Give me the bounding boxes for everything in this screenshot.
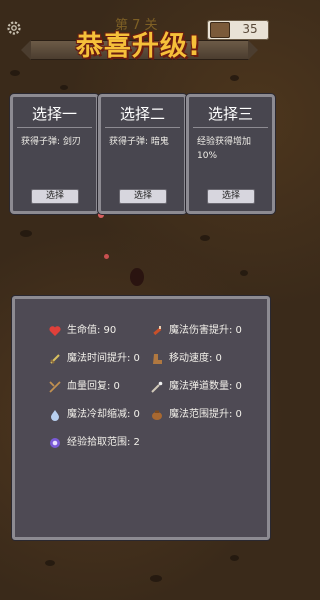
choice-card-1[interactable]: 选择一 获得子弹: 剑刃 选择 <box>10 94 99 214</box>
divider <box>193 127 268 128</box>
divider <box>105 127 180 128</box>
stat-label: 魔法伤害提升: 0 <box>169 325 242 336</box>
background-pebble <box>20 230 32 237</box>
choice-description: 获得子弹: 剑刃 <box>21 137 81 147</box>
choice-title: 选择二 <box>119 105 165 123</box>
background-pebble <box>240 270 248 276</box>
potion-icon <box>153 326 162 336</box>
stat-label: 魔法弹道数量: 0 <box>169 381 242 392</box>
enemy-blip <box>104 254 109 259</box>
background-pebble <box>60 85 68 90</box>
background-pebble <box>150 575 162 582</box>
select-button-3[interactable]: 选择 <box>207 189 255 204</box>
stat-label: 魔法时间提升: 0 <box>67 353 140 364</box>
crossed-swords-icon <box>49 381 61 393</box>
pouch-icon <box>152 410 162 420</box>
magnet-orb-icon <box>50 438 60 448</box>
stat-label: 魔法冷却缩减: 0 <box>67 409 140 420</box>
choice-card-3[interactable]: 选择三 经验获得增加10% 选择 <box>186 94 275 214</box>
boot-icon <box>153 354 162 364</box>
sword-icon <box>50 354 60 364</box>
divider <box>17 127 92 128</box>
stats-panel: 生命值: 90 魔法伤害提升: 0 魔法时间提升: 0 移动速度: 0 血量回复… <box>12 296 270 540</box>
background-pebble <box>200 235 210 241</box>
choice-description: 获得子弹: 暗鬼 <box>109 137 169 147</box>
player-character <box>130 268 144 286</box>
stat-label: 血量回复: 0 <box>67 381 120 392</box>
choice-title: 选择一 <box>31 105 77 123</box>
choice-description: 经验获得增加10% <box>197 137 252 161</box>
water-drop-icon <box>51 410 59 421</box>
page-title: 恭喜升级! <box>75 31 202 62</box>
stat-label: 生命值: 90 <box>67 325 117 336</box>
select-button-2[interactable]: 选择 <box>119 189 167 204</box>
background-pebble <box>10 70 20 76</box>
stat-label: 魔法范围提升: 0 <box>169 409 242 420</box>
choice-card-2[interactable]: 选择二 获得子弹: 暗鬼 选择 <box>98 94 187 214</box>
background-pebble <box>230 555 239 561</box>
background-pebble <box>45 560 55 566</box>
select-button-1[interactable]: 选择 <box>31 189 79 204</box>
heart-icon <box>49 326 61 336</box>
stat-label: 移动速度: 0 <box>169 353 222 364</box>
choice-title: 选择三 <box>207 105 253 123</box>
background-pebble <box>230 75 239 81</box>
stat-label: 经验拾取范围: 2 <box>67 437 140 448</box>
magic-wand-icon <box>151 381 163 393</box>
